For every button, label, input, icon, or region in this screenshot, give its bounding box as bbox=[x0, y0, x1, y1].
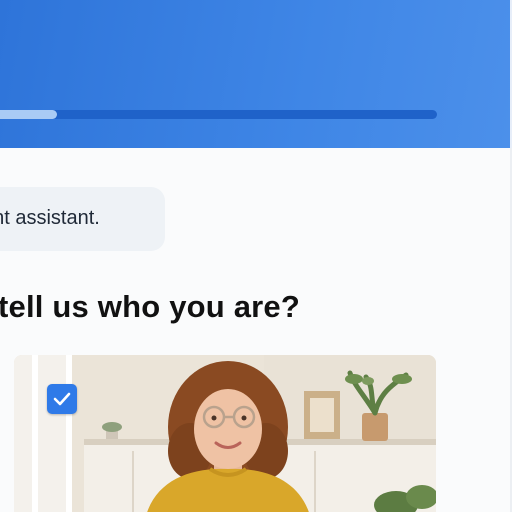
person-photo bbox=[14, 355, 436, 512]
check-icon bbox=[53, 392, 71, 406]
question-heading: tell us who you are? bbox=[0, 289, 300, 324]
progress-fill bbox=[0, 110, 57, 119]
header: aire bbox=[0, 0, 512, 148]
questionnaire-page: aire ent assistant. tell us who you are? bbox=[0, 0, 512, 512]
progress-bar bbox=[0, 110, 437, 119]
option-card-photo[interactable] bbox=[14, 355, 436, 512]
option-checkbox[interactable] bbox=[47, 384, 77, 414]
assistant-message-text: ent assistant. bbox=[0, 207, 100, 229]
